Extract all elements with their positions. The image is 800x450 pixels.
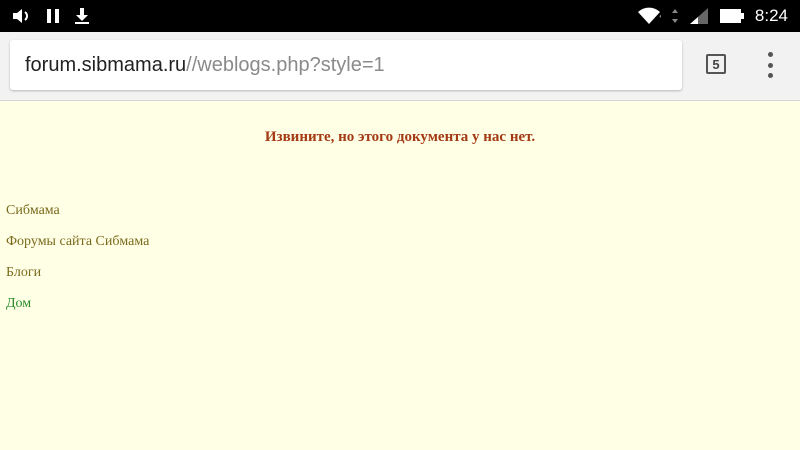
- nav-link-sibmama[interactable]: Сибмама: [6, 202, 149, 233]
- status-bar-left: [12, 0, 90, 32]
- breadcrumb-nav: Сибмама Форумы сайта Сибмама Блоги Дом: [6, 202, 149, 326]
- signal-icon: [689, 7, 709, 25]
- page-content: Извините, но этого документа у нас нет. …: [0, 101, 800, 450]
- nav-link-forums[interactable]: Форумы сайта Сибмама: [6, 233, 149, 264]
- wifi-icon: [637, 7, 661, 25]
- url-bar[interactable]: forum.sibmama.ru//weblogs.php?style=1: [10, 40, 682, 90]
- status-bar: 8:24: [0, 0, 800, 32]
- download-icon: [74, 7, 90, 25]
- overflow-menu-icon[interactable]: [760, 52, 780, 78]
- volume-icon: [12, 7, 32, 25]
- status-bar-right: 8:24: [637, 0, 788, 32]
- tab-switcher-button[interactable]: 5: [706, 54, 726, 74]
- browser-toolbar: forum.sibmama.ru//weblogs.php?style=1 5: [0, 32, 800, 101]
- url-host: forum.sibmama.ru: [25, 53, 187, 76]
- nav-link-blogs[interactable]: Блоги: [6, 264, 149, 295]
- url-path: //weblogs.php?style=1: [186, 53, 385, 76]
- pause-icon: [46, 8, 60, 24]
- error-message: Извините, но этого документа у нас нет.: [264, 129, 536, 145]
- data-arrows-icon: [671, 8, 679, 24]
- nav-link-home[interactable]: Дом: [6, 295, 149, 326]
- battery-icon: [719, 8, 745, 24]
- clock: 8:24: [754, 6, 788, 25]
